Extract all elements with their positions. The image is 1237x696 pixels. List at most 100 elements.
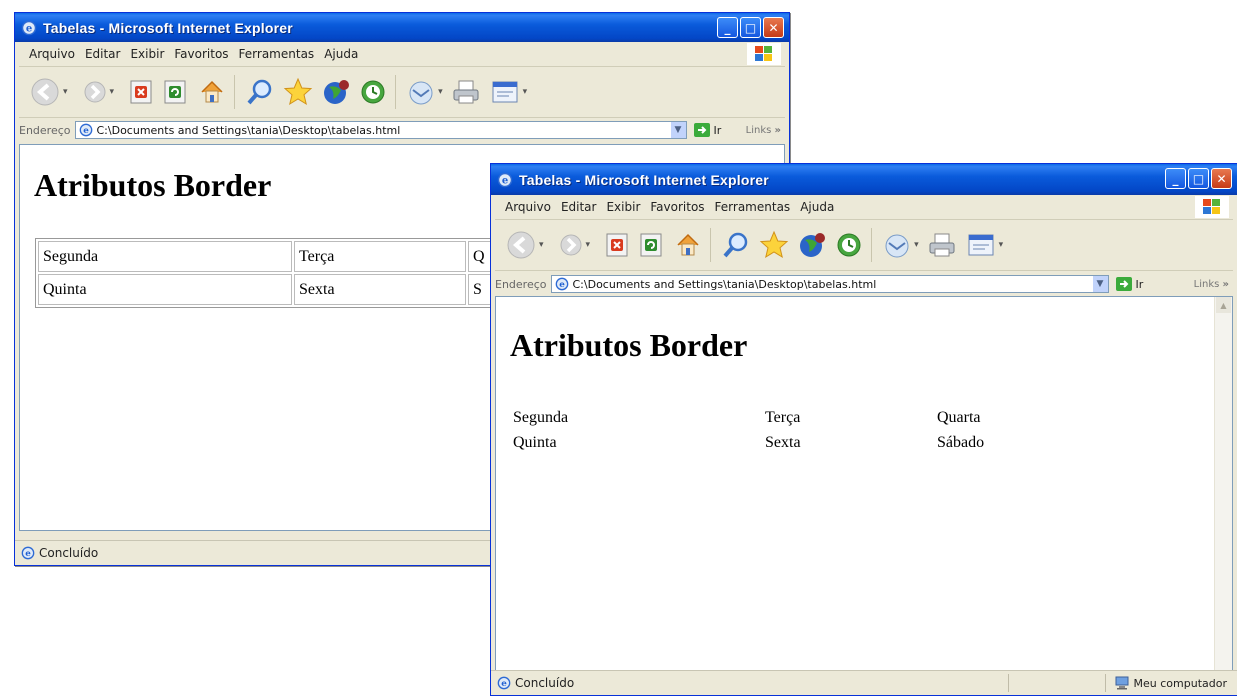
go-button[interactable]: Ir: [693, 122, 721, 138]
address-input[interactable]: C:\Documents and Settings\tania\Desktop\…: [74, 121, 687, 139]
title-bar[interactable]: Tabelas - Microsoft Internet Explorer _ …: [15, 13, 789, 42]
vertical-scrollbar[interactable]: ▲ ▼: [1214, 297, 1232, 686]
back-icon[interactable]: ▾: [505, 229, 544, 261]
address-bar: Endereço C:\Documents and Settings\tania…: [495, 272, 1233, 296]
menu-exibir[interactable]: Exibir: [606, 200, 640, 214]
menu-editar[interactable]: Editar: [85, 47, 121, 61]
page-done-icon: [21, 546, 35, 560]
menu-arquivo[interactable]: Arquivo: [505, 200, 551, 214]
menu-favoritos[interactable]: Favoritos: [174, 47, 228, 61]
table-cell: Quinta: [513, 433, 557, 451]
search-icon[interactable]: [245, 77, 275, 107]
computer-icon: [1115, 676, 1129, 690]
address-input[interactable]: C:\Documents and Settings\tania\Desktop\…: [550, 275, 1109, 293]
refresh-icon[interactable]: [640, 233, 662, 257]
borderless-table: Segunda Terça Quarta Quinta Sexta Sábado: [509, 405, 1021, 455]
menu-editar[interactable]: Editar: [561, 200, 597, 214]
mail-icon[interactable]: ▾: [882, 231, 919, 259]
menu-ajuda[interactable]: Ajuda: [324, 47, 358, 61]
links-button[interactable]: Links »: [1194, 279, 1229, 290]
page-icon: [79, 123, 93, 137]
ie-icon: [21, 20, 37, 36]
table-cell: Sábado: [937, 433, 985, 451]
table-row: Quinta Sexta Sábado: [509, 430, 1021, 455]
menu-ferramentas[interactable]: Ferramentas: [715, 200, 791, 214]
table-cell: Terça: [294, 241, 466, 272]
address-dropdown-icon[interactable]: ▼: [1092, 276, 1108, 292]
address-dropdown-icon[interactable]: ▼: [670, 122, 686, 138]
table-cell: Quarta: [937, 408, 981, 426]
media-icon[interactable]: [797, 230, 827, 260]
search-icon[interactable]: [721, 230, 751, 260]
close-button[interactable]: ✕: [763, 17, 784, 38]
stop-icon[interactable]: [130, 80, 152, 104]
go-arrow-icon: [693, 123, 710, 137]
page-heading: Atributos Border: [34, 167, 272, 203]
edit-icon[interactable]: ▾: [491, 79, 527, 105]
menu-ajuda[interactable]: Ajuda: [800, 200, 834, 214]
toolbar: ▾ ▾ ▾ ▾: [495, 220, 1233, 271]
scroll-up-icon[interactable]: ▲: [1216, 297, 1231, 313]
table-cell: Segunda: [513, 408, 569, 426]
menu-favoritos[interactable]: Favoritos: [650, 200, 704, 214]
mail-icon[interactable]: ▾: [406, 78, 443, 106]
print-icon[interactable]: [451, 78, 481, 106]
menu-exibir[interactable]: Exibir: [130, 47, 164, 61]
table-cell: Sexta: [294, 274, 466, 305]
page-heading: Atributos Border: [510, 327, 748, 363]
menu-bar: Arquivo Editar Exibir Favoritos Ferramen…: [495, 195, 1233, 220]
print-icon[interactable]: [927, 231, 957, 259]
status-text: Concluído: [39, 546, 99, 560]
table-cell: Sexta: [765, 433, 801, 451]
table-row: Quinta Sexta S: [38, 274, 538, 305]
history-icon[interactable]: [359, 78, 387, 106]
address-value: C:\Documents and Settings\tania\Desktop\…: [572, 277, 877, 291]
menu-bar: Arquivo Editar Exibir Favoritos Ferramen…: [19, 42, 785, 67]
go-arrow-icon: [1115, 277, 1132, 291]
window-title: Tabelas - Microsoft Internet Explorer: [519, 171, 769, 188]
windows-logo-icon: [1195, 196, 1229, 218]
table-cell: Segunda: [38, 241, 292, 272]
edit-icon[interactable]: ▾: [967, 232, 1003, 258]
ie-icon: [497, 172, 513, 188]
refresh-icon[interactable]: [164, 80, 186, 104]
maximize-button[interactable]: □: [740, 17, 761, 38]
page-viewport[interactable]: Atributos Border Segunda Terça Quarta Qu…: [495, 296, 1233, 687]
favorites-icon[interactable]: [759, 230, 789, 260]
go-button[interactable]: Ir: [1115, 276, 1144, 292]
maximize-button[interactable]: □: [1188, 168, 1209, 189]
address-label: Endereço: [495, 277, 547, 291]
back-icon[interactable]: ▾: [29, 76, 68, 108]
security-zone: Meu computador: [1114, 676, 1227, 690]
windows-logo-icon: [747, 43, 781, 65]
links-button[interactable]: Links »: [746, 125, 781, 136]
stop-icon[interactable]: [606, 233, 628, 257]
title-bar[interactable]: Tabelas - Microsoft Internet Explorer _ …: [491, 164, 1237, 195]
window-title: Tabelas - Microsoft Internet Explorer: [43, 19, 293, 36]
forward-icon[interactable]: ▾: [558, 232, 590, 258]
toolbar: ▾ ▾ ▾ ▾: [19, 67, 785, 118]
ie-window-front[interactable]: Tabelas - Microsoft Internet Explorer _ …: [490, 163, 1237, 696]
menu-arquivo[interactable]: Arquivo: [29, 47, 75, 61]
close-button[interactable]: ✕: [1211, 168, 1232, 189]
history-icon[interactable]: [835, 231, 863, 259]
page-icon: [555, 277, 569, 291]
forward-icon[interactable]: ▾: [82, 79, 114, 105]
menu-ferramentas[interactable]: Ferramentas: [239, 47, 315, 61]
table-row: Segunda Terça Quarta: [509, 405, 1021, 430]
status-bar: Concluído Meu computador: [491, 670, 1237, 695]
address-value: C:\Documents and Settings\tania\Desktop\…: [96, 123, 401, 137]
home-icon[interactable]: [198, 78, 226, 106]
home-icon[interactable]: [674, 231, 702, 259]
media-icon[interactable]: [321, 77, 351, 107]
page-done-icon: [497, 676, 511, 690]
minimize-button[interactable]: _: [1165, 168, 1186, 189]
table-row: Segunda Terça Q: [38, 241, 538, 272]
table-cell: Terça: [765, 408, 801, 426]
zone-text: Meu computador: [1133, 676, 1227, 690]
address-bar: Endereço C:\Documents and Settings\tania…: [19, 118, 785, 142]
go-label: Ir: [1135, 277, 1144, 291]
minimize-button[interactable]: _: [717, 17, 738, 38]
favorites-icon[interactable]: [283, 77, 313, 107]
address-label: Endereço: [19, 123, 71, 137]
